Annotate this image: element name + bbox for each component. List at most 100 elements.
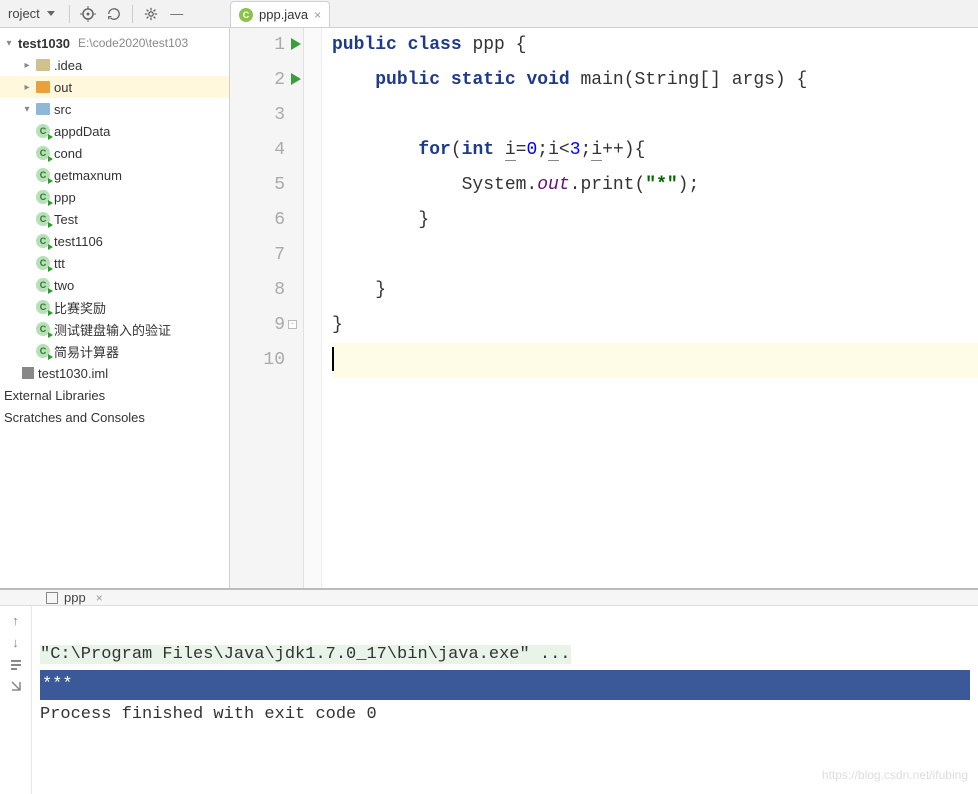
tree-folder[interactable]: ▸ .idea (0, 54, 229, 76)
console-output[interactable]: "C:\Program Files\Java\jdk1.7.0_17\bin\j… (32, 606, 978, 794)
scratches-label: Scratches and Consoles (4, 410, 145, 425)
run-tab-label: ppp (64, 590, 86, 605)
code-line[interactable] (332, 98, 978, 133)
soft-wrap-icon[interactable] (8, 656, 24, 672)
rerun-icon[interactable]: ↑ (8, 612, 24, 628)
code-line[interactable]: } (332, 308, 978, 343)
root-path: E:\code2020\test103 (78, 36, 188, 50)
folder-icon (36, 81, 50, 93)
code-line[interactable] (332, 238, 978, 273)
tree-class-file[interactable]: 测试键盘输入的验证 (0, 318, 229, 340)
line-number: 2 (230, 63, 285, 98)
folder-label: src (54, 102, 71, 117)
line-number: 10 (230, 343, 285, 378)
run-toolbar: ↑ ↓ (0, 606, 32, 794)
tree-folder[interactable]: ▸ out (0, 76, 229, 98)
tree-class-file[interactable]: test1106 (0, 230, 229, 252)
file-label: ppp (54, 190, 76, 205)
tree-class-file[interactable]: 简易计算器 (0, 340, 229, 362)
tree-class-file[interactable]: ppp (0, 186, 229, 208)
stop-icon[interactable]: ↓ (8, 634, 24, 650)
refresh-icon[interactable] (102, 2, 126, 26)
gear-icon[interactable] (139, 2, 163, 26)
class-icon (36, 300, 50, 314)
expand-icon[interactable]: ▸ (22, 82, 32, 93)
console-exit: Process finished with exit code 0 (40, 705, 377, 724)
file-label: Test (54, 212, 78, 227)
expand-icon[interactable]: ▾ (22, 104, 32, 115)
project-tree[interactable]: ▾ test1030 E:\code2020\test103 ▸ .idea ▸ ou… (0, 28, 230, 588)
close-icon[interactable]: × (96, 591, 103, 605)
tree-class-file[interactable]: ttt (0, 252, 229, 274)
class-icon (36, 146, 50, 160)
run-body: ↑ ↓ "C:\Program Files\Java\jdk1.7.0_17\b… (0, 606, 978, 794)
tree-class-file[interactable]: 比赛奖励 (0, 296, 229, 318)
close-icon[interactable]: × (314, 8, 321, 22)
file-label: two (54, 278, 74, 293)
separator (69, 5, 70, 23)
separator (132, 5, 133, 23)
module-icon (22, 367, 34, 379)
tree-root[interactable]: ▾ test1030 E:\code2020\test103 (0, 32, 229, 54)
watermark: https://blog.csdn.net/ifubing (822, 760, 968, 790)
main-content: ▾ test1030 E:\code2020\test103 ▸ .idea ▸ ou… (0, 28, 978, 588)
file-label: 测试键盘输入的验证 (54, 320, 171, 339)
code-line[interactable]: System.out.print("*"); (332, 168, 978, 203)
editor-tabs: ppp.java × (230, 0, 978, 28)
run-gutter-icon[interactable] (291, 73, 301, 85)
target-icon[interactable] (76, 2, 100, 26)
tab-label: ppp.java (259, 7, 308, 22)
file-label: appdData (54, 124, 110, 139)
tree-class-file[interactable]: cond (0, 142, 229, 164)
run-config-icon (46, 592, 58, 604)
expand-icon[interactable]: ▸ (22, 60, 32, 71)
tree-class-file[interactable]: two (0, 274, 229, 296)
run-tabs: ppp × (0, 590, 978, 606)
tree-class-file[interactable]: Test (0, 208, 229, 230)
chevron-down-icon (47, 11, 55, 16)
root-name: test1030 (18, 36, 70, 51)
expand-icon[interactable]: ▾ (4, 38, 14, 49)
file-label: 简易计算器 (54, 342, 119, 361)
code-line[interactable] (332, 343, 978, 378)
folder-label: .idea (54, 58, 82, 73)
code-line[interactable]: for(int i=0;i<3;i++){ (332, 133, 978, 168)
file-label: ttt (54, 256, 65, 271)
tree-folder[interactable]: ▾ src (0, 98, 229, 120)
code-editor[interactable]: 123456789-10 public class ppp { public s… (230, 28, 978, 588)
external-label: External Libraries (4, 388, 105, 403)
folder-icon (36, 59, 50, 71)
line-number: 6 (230, 203, 285, 238)
tree-class-file[interactable]: getmaxnum (0, 164, 229, 186)
folder-label: out (54, 80, 72, 95)
console-stdout: *** (40, 670, 970, 700)
class-icon (36, 190, 50, 204)
fold-icon[interactable]: - (288, 320, 297, 329)
code-line[interactable]: public class ppp { (332, 28, 978, 63)
line-number: 3 (230, 98, 285, 133)
tree-scratches[interactable]: Scratches and Consoles (0, 406, 229, 428)
file-label: cond (54, 146, 82, 161)
scroll-to-end-icon[interactable] (8, 678, 24, 694)
fold-column (304, 28, 322, 588)
class-icon (36, 124, 50, 138)
tab-file[interactable]: ppp.java × (230, 1, 330, 27)
tree-external-libs[interactable]: External Libraries (0, 384, 229, 406)
class-icon (36, 234, 50, 248)
class-icon (36, 344, 50, 358)
code-line[interactable]: } (332, 273, 978, 308)
code-line[interactable]: public static void main(String[] args) { (332, 63, 978, 98)
run-tab[interactable]: ppp × (46, 590, 103, 605)
code-line[interactable]: } (332, 203, 978, 238)
tree-class-file[interactable]: appdData (0, 120, 229, 142)
line-number: 9- (230, 308, 285, 343)
run-gutter-icon[interactable] (291, 38, 301, 50)
code-body[interactable]: public class ppp { public static void ma… (322, 28, 978, 588)
tree-iml[interactable]: test1030.iml (0, 362, 229, 384)
collapse-icon[interactable]: — (165, 2, 189, 26)
line-number: 1 (230, 28, 285, 63)
file-label: 比赛奖励 (54, 298, 106, 317)
project-dropdown[interactable]: roject (4, 6, 63, 21)
line-number: 8 (230, 273, 285, 308)
run-panel: ppp × ↑ ↓ "C:\Program Files\Java\jdk1.7.… (0, 588, 978, 748)
